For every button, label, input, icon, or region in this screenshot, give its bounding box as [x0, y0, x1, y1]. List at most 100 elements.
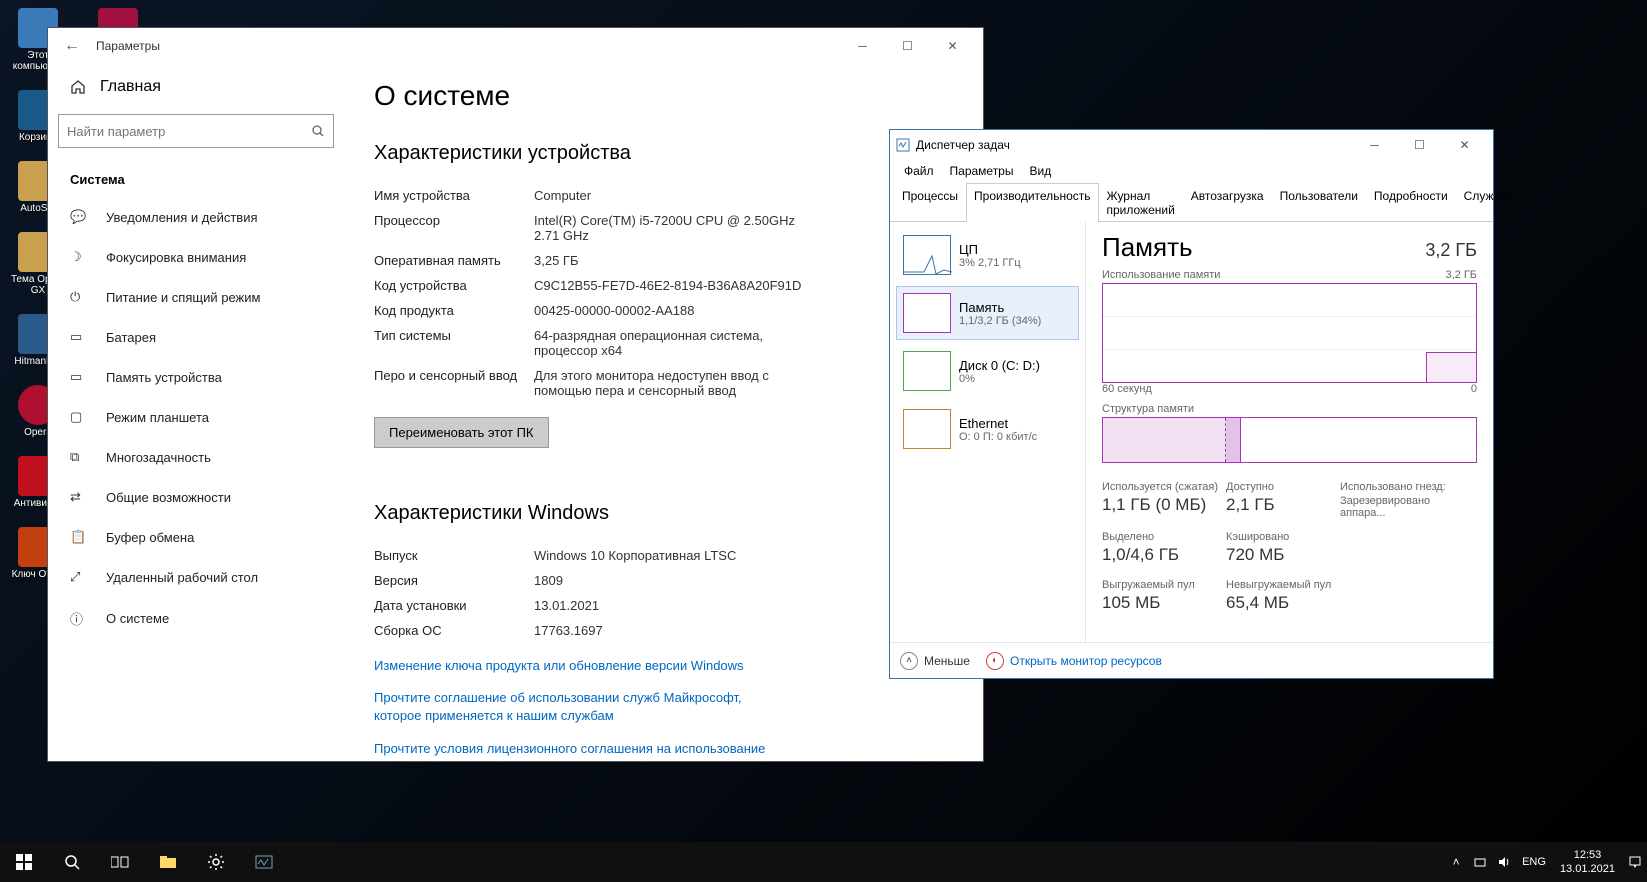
- memory-composition: [1102, 417, 1477, 463]
- menu-view[interactable]: Вид: [1021, 160, 1059, 182]
- taskmgr-button[interactable]: [240, 842, 288, 882]
- taskmgr-main: Память 3,2 ГБ Использование памяти 3,2 Г…: [1086, 222, 1493, 642]
- settings-sidebar: Главная Система 💬Уведомления и действия …: [48, 64, 344, 761]
- spec-pen: Перо и сенсорный вводДля этого монитора …: [374, 363, 953, 403]
- tray-clock[interactable]: 12:53 13.01.2021: [1552, 848, 1623, 876]
- spec-deviceid: Код устройстваC9C12B55-FE7D-46E2-8194-B3…: [374, 273, 953, 298]
- chevron-up-icon: ˄: [900, 652, 918, 670]
- info-icon: ⓘ: [70, 609, 90, 628]
- nav-about[interactable]: ⓘО системе: [58, 597, 334, 640]
- nav-multitask[interactable]: ⧉Многозадачность: [58, 437, 334, 477]
- rename-pc-button[interactable]: Переименовать этот ПК: [374, 417, 549, 448]
- usage-max: 3,2 ГБ: [1445, 269, 1477, 281]
- share-icon: ⇄: [70, 489, 90, 505]
- search-box[interactable]: [58, 114, 334, 148]
- settings-window-title: Параметры: [96, 39, 160, 53]
- nav-storage[interactable]: ▭Память устройства: [58, 357, 334, 397]
- nav-tablet[interactable]: ▢Режим планшета: [58, 397, 334, 437]
- tm-maximize-button[interactable]: ☐: [1397, 130, 1442, 160]
- spec-processor: ПроцессорIntel(R) Core(TM) i5-7200U CPU …: [374, 208, 953, 248]
- home-icon: [70, 79, 86, 95]
- side-ethernet[interactable]: EthernetО: 0 П: 0 кбит/с: [896, 402, 1079, 456]
- home-label: Главная: [100, 78, 161, 96]
- tray-volume-icon[interactable]: [1492, 842, 1516, 882]
- spec-edition: ВыпускWindows 10 Корпоративная LTSC: [374, 543, 953, 568]
- search-input[interactable]: [67, 124, 311, 139]
- taskmgr-window: Диспетчер задач ─ ☐ ✕ Файл Параметры Вид…: [889, 129, 1494, 679]
- tab-apphistory[interactable]: Журнал приложений: [1099, 183, 1183, 222]
- page-title: О системе: [374, 80, 953, 112]
- tab-startup[interactable]: Автозагрузка: [1183, 183, 1272, 222]
- minimize-button[interactable]: ─: [840, 31, 885, 61]
- maximize-button[interactable]: ☐: [885, 31, 930, 61]
- taskmgr-footer: ˄ Меньше ◐ Открыть монитор ресурсов: [890, 642, 1493, 678]
- start-button[interactable]: [0, 842, 48, 882]
- spec-install: Дата установки13.01.2021: [374, 593, 953, 618]
- category-title: Система: [58, 162, 334, 197]
- axis-right: 0: [1471, 383, 1477, 395]
- link-product-key[interactable]: Изменение ключа продукта или обновление …: [374, 657, 774, 675]
- settings-button[interactable]: [192, 842, 240, 882]
- nav-battery[interactable]: ▭Батарея: [58, 317, 334, 357]
- device-specs-title: Характеристики устройства: [374, 142, 953, 165]
- taskbar: ˄ ENG 12:53 13.01.2021: [0, 842, 1647, 882]
- remote-icon: ⤢: [70, 569, 90, 585]
- settings-titlebar[interactable]: ← Параметры ─ ☐ ✕: [48, 28, 983, 64]
- nav-focus[interactable]: ☽Фокусировка внимания: [58, 237, 334, 277]
- fewer-details-button[interactable]: ˄ Меньше: [900, 652, 970, 670]
- memory-total: 3,2 ГБ: [1425, 240, 1477, 261]
- nav-clipboard[interactable]: 📋Буфер обмена: [58, 517, 334, 557]
- home-button[interactable]: Главная: [58, 64, 334, 110]
- back-button[interactable]: ←: [56, 30, 88, 62]
- storage-icon: ▭: [70, 369, 90, 385]
- spec-productid: Код продукта00425-00000-00002-AA188: [374, 298, 953, 323]
- clipboard-icon: 📋: [70, 529, 90, 545]
- tm-close-button[interactable]: ✕: [1442, 130, 1487, 160]
- nav-notifications[interactable]: 💬Уведомления и действия: [58, 197, 334, 237]
- spec-devicename: Имя устройстваComputer: [374, 183, 953, 208]
- search-button[interactable]: [48, 842, 96, 882]
- memory-stats: Используется (сжатая) Доступно Использов…: [1102, 481, 1477, 565]
- taskmgr-titlebar[interactable]: Диспетчер задач ─ ☐ ✕: [890, 130, 1493, 160]
- taskview-button[interactable]: [96, 842, 144, 882]
- tab-details[interactable]: Подробности: [1366, 183, 1456, 222]
- tab-services[interactable]: Службы: [1456, 183, 1517, 222]
- ethernet-thumb-graph: [903, 409, 951, 449]
- tray-chevron-up-icon[interactable]: ˄: [1444, 842, 1468, 882]
- disk-thumb-graph: [903, 351, 951, 391]
- spec-systemtype: Тип системы64-разрядная операционная сис…: [374, 323, 953, 363]
- tablet-icon: ▢: [70, 409, 90, 425]
- menu-options[interactable]: Параметры: [942, 160, 1022, 182]
- taskmgr-sidebar: ЦП3% 2,71 ГГц Память1,1/3,2 ГБ (34%) Дис…: [890, 222, 1086, 642]
- tab-processes[interactable]: Процессы: [894, 183, 966, 222]
- spec-build: Сборка ОС17763.1697: [374, 618, 953, 643]
- side-disk[interactable]: Диск 0 (C: D:)0%: [896, 344, 1079, 398]
- taskmgr-tabs: Процессы Производительность Журнал прило…: [890, 182, 1493, 222]
- nav-power[interactable]: ⏻Питание и спящий режим: [58, 277, 334, 317]
- side-memory[interactable]: Память1,1/3,2 ГБ (34%): [896, 286, 1079, 340]
- open-resource-monitor[interactable]: ◐ Открыть монитор ресурсов: [986, 652, 1162, 670]
- settings-window: ← Параметры ─ ☐ ✕ Главная Система 💬Уведо…: [47, 27, 984, 762]
- struct-label: Структура памяти: [1102, 403, 1477, 415]
- tab-users[interactable]: Пользователи: [1272, 183, 1366, 222]
- memory-title: Память: [1102, 232, 1193, 263]
- settings-main: О системе Характеристики устройства Имя …: [344, 64, 983, 761]
- taskmgr-icon: [896, 138, 910, 152]
- tm-minimize-button[interactable]: ─: [1352, 130, 1397, 160]
- spec-version: Версия1809: [374, 568, 953, 593]
- nav-shared[interactable]: ⇄Общие возможности: [58, 477, 334, 517]
- link-license-terms[interactable]: Прочтите условия лицензионного соглашени…: [374, 740, 774, 761]
- tray-notifications-icon[interactable]: [1623, 842, 1647, 882]
- explorer-button[interactable]: [144, 842, 192, 882]
- tab-performance[interactable]: Производительность: [966, 183, 1098, 222]
- close-button[interactable]: ✕: [930, 31, 975, 61]
- tray-lang[interactable]: ENG: [1516, 842, 1552, 882]
- memory-usage-graph: [1102, 283, 1477, 383]
- nav-remote[interactable]: ⤢Удаленный рабочий стол: [58, 557, 334, 597]
- menu-file[interactable]: Файл: [896, 160, 942, 182]
- taskmgr-title: Диспетчер задач: [916, 138, 1010, 152]
- link-services-agreement[interactable]: Прочтите соглашение об использовании слу…: [374, 689, 774, 725]
- tray-network-icon[interactable]: [1468, 842, 1492, 882]
- axis-left: 60 секунд: [1102, 383, 1152, 395]
- side-cpu[interactable]: ЦП3% 2,71 ГГц: [896, 228, 1079, 282]
